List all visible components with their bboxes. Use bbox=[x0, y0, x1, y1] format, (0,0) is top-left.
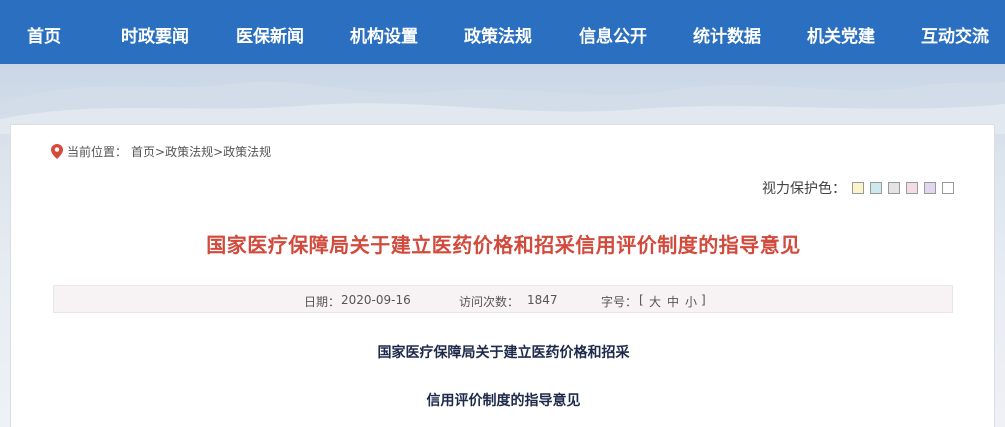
color-swatch-lavender[interactable] bbox=[924, 182, 936, 194]
visit-count: 1847 bbox=[527, 293, 558, 307]
color-swatch-yellow[interactable] bbox=[852, 182, 864, 194]
article-subtitle-line-1: 国家医疗保障局关于建立医药价格和招采 bbox=[377, 345, 630, 361]
color-swatch-white[interactable] bbox=[942, 182, 954, 194]
nav-item-organization[interactable]: 机构设置 bbox=[350, 22, 418, 47]
color-swatch-cyan[interactable] bbox=[870, 182, 882, 194]
breadcrumb-current[interactable]: 政策法规 bbox=[223, 145, 271, 159]
top-navigation: 首页 时政要闻 医保新闻 机构设置 政策法规 信息公开 统计数据 机关党建 互动… bbox=[0, 0, 1005, 64]
breadcrumb: 当前位置： 首页>政策法规>政策法规 bbox=[51, 143, 271, 160]
publish-date: 2020-09-16 bbox=[341, 293, 411, 307]
vision-protection-colors: 视力保护色： bbox=[762, 178, 954, 198]
font-size-bracket-open: [ bbox=[639, 293, 644, 307]
breadcrumb-prefix: 当前位置： bbox=[67, 145, 128, 159]
font-size-label: 字号： bbox=[601, 295, 638, 309]
nav-item-statistics[interactable]: 统计数据 bbox=[693, 22, 761, 47]
article-title: 国家医疗保障局关于建立医药价格和招采信用评价制度的指导意见 bbox=[206, 233, 801, 257]
font-size-large-button[interactable]: 大 bbox=[649, 293, 661, 310]
color-swatch-pink[interactable] bbox=[906, 182, 918, 194]
nav-item-party-building[interactable]: 机关党建 bbox=[807, 22, 875, 47]
nav-item-info-disclosure[interactable]: 信息公开 bbox=[579, 22, 647, 47]
vision-label: 视力保护色： bbox=[762, 181, 846, 197]
article-panel: 当前位置： 首页>政策法规>政策法规 视力保护色： 国家医疗保障局关于建立医药价… bbox=[10, 124, 995, 427]
article-subtitle-line-2: 信用评价制度的指导意见 bbox=[426, 393, 581, 409]
nav-item-policies[interactable]: 政策法规 bbox=[464, 22, 532, 47]
location-pin-icon bbox=[51, 144, 63, 159]
font-size-small-button[interactable]: 小 bbox=[685, 293, 697, 310]
breadcrumb-home[interactable]: 首页 bbox=[131, 145, 155, 159]
font-size-bracket-close: ] bbox=[701, 293, 706, 307]
date-label: 日期： bbox=[304, 295, 341, 309]
font-size-medium-button[interactable]: 中 bbox=[667, 293, 679, 310]
article-meta-bar: 日期： 2020-09-16 访问次数： 1847 字号： [ 大 中 小 ] bbox=[53, 285, 953, 313]
breadcrumb-policies[interactable]: 政策法规 bbox=[165, 145, 213, 159]
breadcrumb-separator: > bbox=[213, 145, 224, 159]
breadcrumb-separator: > bbox=[155, 145, 166, 159]
visits-label: 访问次数： bbox=[459, 295, 520, 309]
nav-item-insurance-news[interactable]: 医保新闻 bbox=[236, 22, 304, 47]
nav-item-politics-news[interactable]: 时政要闻 bbox=[121, 22, 189, 47]
nav-item-interaction[interactable]: 互动交流 bbox=[921, 22, 989, 47]
color-swatch-gray[interactable] bbox=[888, 182, 900, 194]
nav-item-home[interactable]: 首页 bbox=[27, 22, 61, 47]
